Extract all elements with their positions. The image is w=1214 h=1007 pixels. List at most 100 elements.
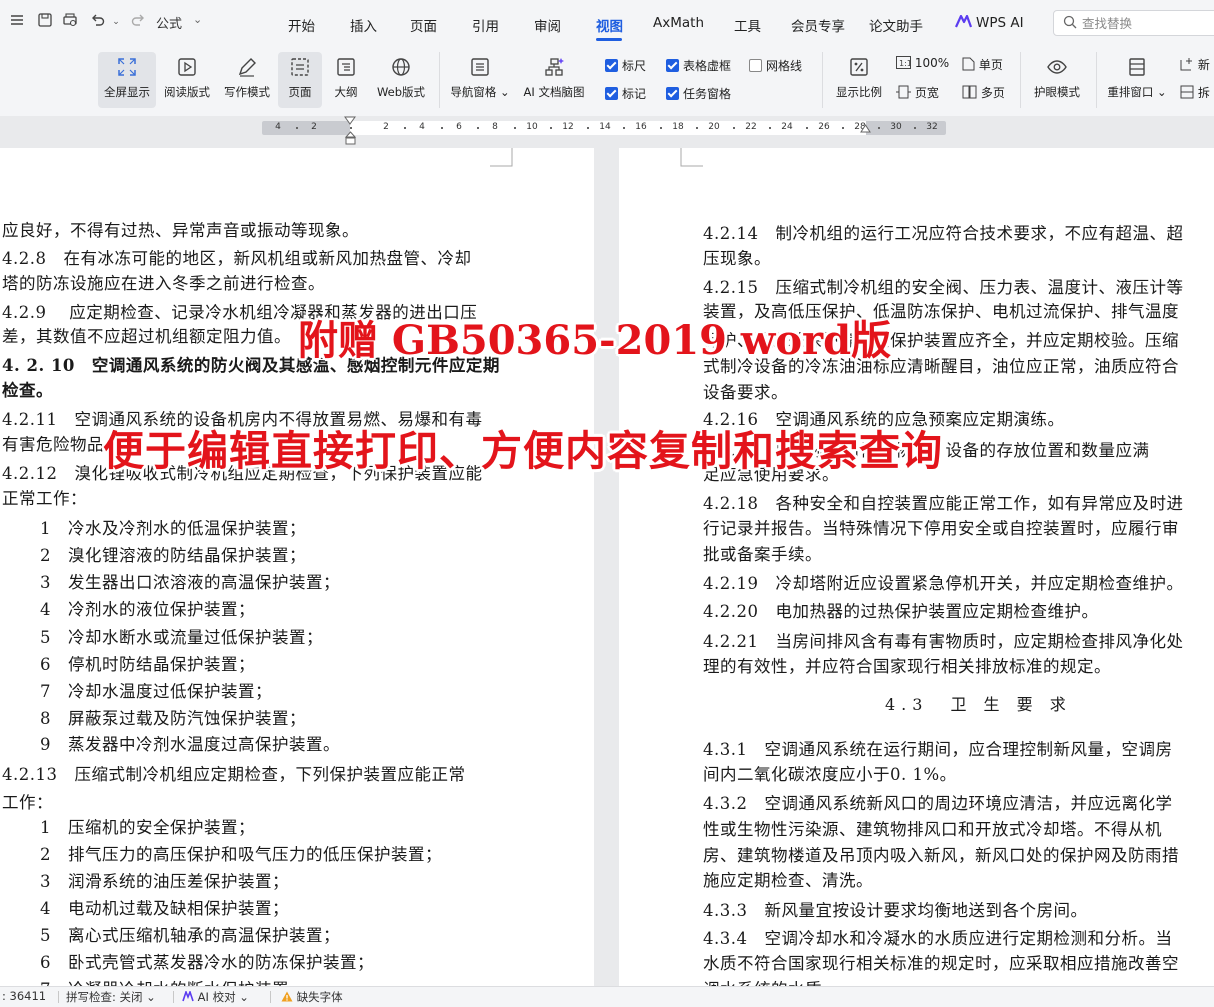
search-box[interactable] — [1053, 10, 1214, 36]
tab-tools[interactable]: 工具 — [734, 15, 761, 35]
writing-mode-button[interactable]: 写作模式 — [220, 52, 274, 108]
ruler-tick — [350, 127, 352, 129]
fullscreen-button[interactable]: 全屏显示 — [98, 52, 156, 108]
navigation-pane-button[interactable]: 导航窗格 ⌄ — [448, 52, 512, 108]
paragraph-line: 4.2.21 当房间排风含有毒有害物质时，应定期检查排风净化处 — [703, 632, 1184, 651]
ruler-tick — [514, 127, 516, 129]
undo-icon[interactable] — [88, 12, 108, 32]
page-layout-button[interactable]: 页面 — [278, 52, 322, 108]
zoom-percent-icon — [850, 58, 868, 76]
web-layout-button[interactable]: Web版式 — [372, 52, 430, 108]
ruler-number: 24 — [781, 122, 793, 132]
paragraph-line: 4.2.14 制冷机组的运行工况应符合技术要求，不应有超温、超 — [703, 224, 1184, 243]
first-line-indent-marker[interactable] — [344, 116, 356, 126]
zoom-button[interactable]: 显示比例 — [830, 52, 888, 108]
tab-review[interactable]: 审阅 — [534, 15, 561, 35]
paragraph-line: 正常工作： — [2, 489, 87, 508]
paragraph-line: 4.2.20 电加热器的过热保护装置应定期检查维护。 — [703, 602, 1099, 621]
hanging-indent-marker[interactable] — [345, 131, 356, 146]
outline-button[interactable]: 大纲 — [326, 52, 366, 108]
ai-icon — [182, 989, 194, 1002]
ruler-bar: 4 2 2 4 6 8 10 12 14 16 18 20 22 24 26 28 30 32 — [0, 116, 1214, 148]
tab-references[interactable]: 引用 — [472, 15, 499, 35]
new-window-button[interactable]: 新 — [1180, 56, 1210, 73]
reading-layout-button[interactable]: 阅读版式 — [160, 52, 214, 108]
gridlines-checkbox[interactable]: 网格线 — [749, 57, 802, 75]
task-pane-checkbox[interactable]: 任务窗格 — [666, 85, 731, 103]
page-left[interactable]: 应良好，不得有过热、异常声音或振动等现象。 4.2.8 在有冰冻可能的地区，新风机… — [0, 148, 594, 986]
ruler-number: 20 — [708, 122, 720, 132]
save-icon[interactable] — [35, 12, 55, 32]
hamburger-icon[interactable] — [7, 12, 27, 32]
eye-protection-button[interactable]: 护眼模式 — [1028, 52, 1086, 108]
title-bar: ⌄ 公式 ⌄ 开始 插入 页面 引用 审阅 视图 AxMath 工具 会员专享 … — [0, 0, 1214, 44]
single-page-button[interactable]: 单页 — [962, 56, 1003, 73]
ruler-tick — [660, 127, 662, 129]
paragraph-line: 4 冷剂水的液位保护装置； — [40, 600, 255, 619]
ruler-tick — [404, 127, 406, 129]
ruler-tick — [550, 127, 552, 129]
paragraph-line: 水质不符合国家现行相关标准的规定时，应采取相应措施改善空 — [703, 954, 1179, 973]
new-window-icon — [1180, 58, 1192, 71]
page-width-button[interactable]: 页宽 — [896, 84, 939, 101]
tab-view[interactable]: 视图 — [596, 15, 623, 35]
paragraph-line: 调水系统的水质。 — [703, 976, 839, 986]
page-right[interactable]: 4.2.14 制冷机组的运行工况应符合技术要求，不应有超温、超 压现象。 4.2.1… — [619, 148, 1214, 986]
ruler-tick — [806, 127, 808, 129]
paragraph-line: 4.2.8 在有冰冻可能的地区，新风机组或新风加热盘管、冷却 — [2, 249, 472, 268]
ruler-checkbox[interactable]: 标尺 — [605, 57, 646, 75]
zoom-100-button[interactable]: 1:1 100% — [896, 56, 949, 70]
actual-size-icon: 1:1 — [896, 56, 912, 69]
search-input[interactable] — [1082, 16, 1212, 31]
ruler-tick — [878, 127, 880, 129]
horizontal-ruler[interactable]: 4 2 2 4 6 8 10 12 14 16 18 20 22 24 26 28 30 32 — [262, 121, 946, 135]
paragraph-line: 理的有效性，并应符合国家现行相关排放标准的规定。 — [703, 657, 1111, 676]
table-gridlines-checkbox[interactable]: 表格虚框 — [666, 57, 731, 75]
print-preview-icon[interactable] — [60, 12, 80, 32]
paragraph-line: 行记录并报告。当特殊情况下停用安全或自控装置时，应履行审 — [703, 519, 1179, 538]
paragraph-line: 4 电动机过载及缺相保护装置； — [40, 899, 289, 918]
paragraph-line: 4.3.1 空调通风系统在运行期间，应合理控制新风量，空调房 — [703, 740, 1173, 759]
ruler-number: 22 — [745, 122, 757, 132]
paragraph-line: 压现象。 — [703, 249, 771, 268]
ruler-number: 10 — [526, 122, 538, 132]
undo-dropdown-icon[interactable]: ⌄ — [106, 12, 126, 32]
status-divider — [270, 991, 271, 1003]
arrange-windows-button[interactable]: 重排窗口 ⌄ — [1104, 52, 1170, 108]
right-indent-marker[interactable] — [860, 124, 871, 134]
margin-corner-mark — [490, 148, 513, 167]
outline-icon — [337, 58, 355, 76]
ribbon-view: 全屏显示 阅读版式 写作模式 页面 大纲 Web版式 导航窗格 ⌄ AI 文档脑… — [0, 44, 1214, 116]
split-window-button[interactable]: 拆 — [1180, 84, 1210, 101]
ruler-number: 6 — [456, 122, 462, 132]
spell-check-toggle[interactable]: 拼写检查: 关闭 ⌄ — [66, 989, 156, 1005]
paragraph-line: 9 蒸发器中冷剂水温度过高保护装置。 — [40, 735, 340, 754]
marks-checkbox[interactable]: 标记 — [605, 85, 646, 103]
tab-axmath[interactable]: AxMath — [653, 15, 704, 31]
ruler-tick — [441, 127, 443, 129]
paragraph-line: 差，其数值不应超过机组额定阻力值。 — [2, 327, 291, 346]
tab-member[interactable]: 会员专享 — [791, 15, 845, 35]
redo-icon[interactable] — [128, 12, 148, 32]
tab-home[interactable]: 开始 — [288, 15, 315, 35]
word-count[interactable]: : 36411 — [2, 989, 46, 1003]
ai-mindmap-button[interactable]: AI 文档脑图 — [518, 52, 590, 108]
ai-proofread-button[interactable]: AI 校对 ⌄ — [182, 989, 249, 1005]
multi-page-button[interactable]: 多页 — [962, 84, 1005, 101]
document-area[interactable]: 应良好，不得有过热、异常声音或振动等现象。 4.2.8 在有冰冻可能的地区，新风机… — [0, 148, 1214, 986]
paragraph-line: 应良好，不得有过热、异常声音或振动等现象。 — [2, 221, 359, 240]
ruler-tick — [477, 127, 479, 129]
paragraph-line: 5 离心式压缩机轴承的高温保护装置； — [40, 926, 340, 945]
chevron-down-icon[interactable]: ⌄ — [193, 13, 202, 26]
font-name-selector[interactable]: 公式 — [156, 13, 182, 32]
missing-font-warning[interactable]: 缺失字体 — [281, 989, 343, 1005]
ribbon-divider — [1096, 52, 1097, 108]
split-icon — [1180, 85, 1194, 99]
tab-wps-ai[interactable]: WPS AI — [976, 15, 1024, 31]
tab-page[interactable]: 页面 — [410, 15, 437, 35]
tab-insert[interactable]: 插入 — [350, 15, 377, 35]
tab-thesis-assistant[interactable]: 论文助手 — [869, 15, 923, 35]
paragraph-line: 间内二氧化碳浓度应小于0. 1%。 — [703, 765, 957, 784]
paragraph-line: 性或生物性污染源、建筑物排风口和开放式冷却塔。不得从机 — [703, 820, 1162, 839]
ruler-tick — [696, 127, 698, 129]
